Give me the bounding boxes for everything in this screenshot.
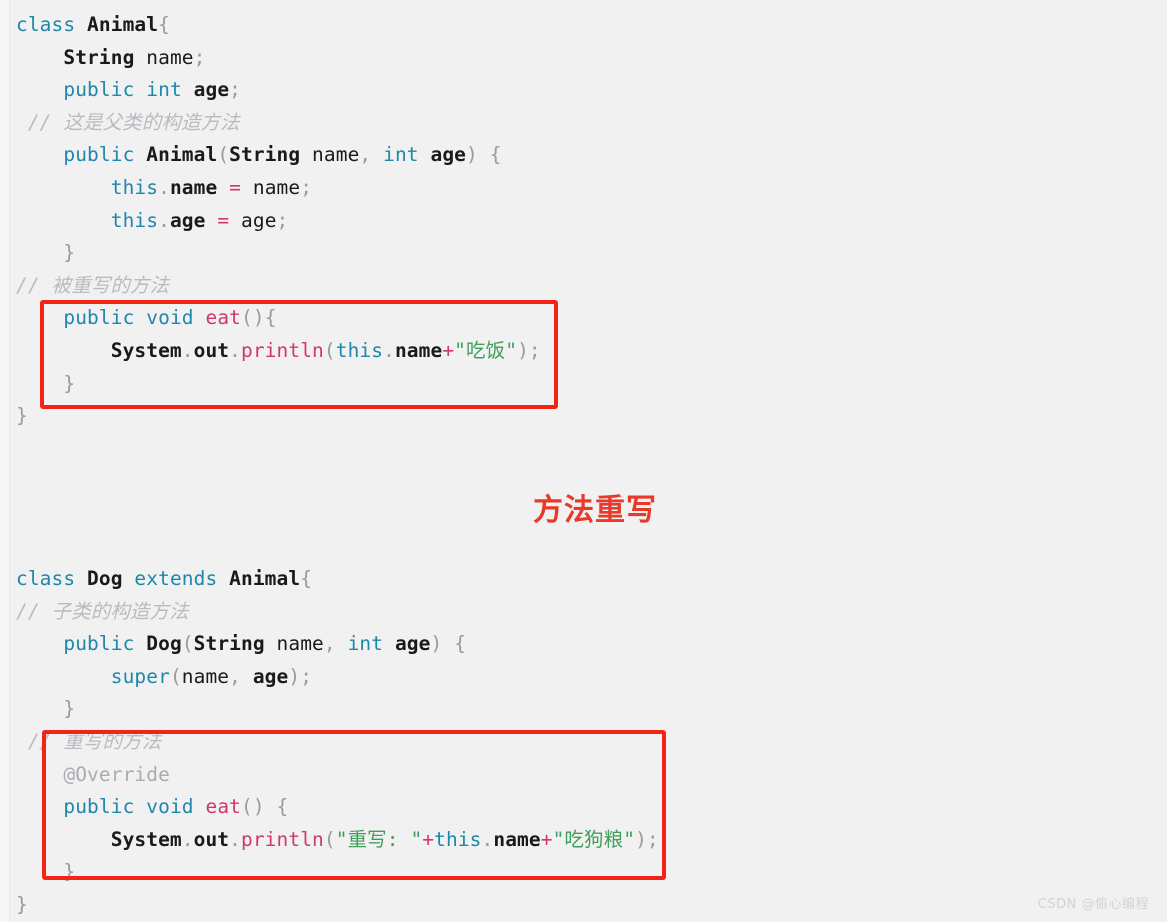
watermark: CSDN @偷心编程 — [1037, 897, 1149, 912]
code-line: } } — [63, 371, 76, 395]
code-line: this.age = age; this.age = age; — [110, 208, 289, 232]
code-comment-line: // 重写的方法 // 重写的方法 — [16, 730, 162, 754]
code-line: } } — [63, 241, 76, 265]
code-line: System.out.println(this.name+"吃饭"); Syst… — [110, 338, 541, 362]
code-line: public int age; public int age; — [63, 78, 242, 102]
code-comment-line: // 这是父类的构造方法 // 这是父类的构造方法 — [16, 110, 240, 134]
code-line: } } — [63, 860, 76, 884]
code-line: } } — [63, 697, 76, 721]
code-line: }} — [16, 404, 28, 428]
code-line: public void eat() { public void eat() { — [63, 795, 289, 819]
code-line: super(name, age); super(name, age); — [110, 664, 313, 688]
code-line: class Animal{class Animal{ — [16, 13, 170, 36]
code-comment-line: // 被重写的方法// 被重写的方法 — [16, 273, 170, 297]
code-line: System.out.println("重写: "+this.name+"吃狗粮… — [110, 827, 659, 851]
code-line: }} — [16, 893, 28, 917]
caption-method-overriding: 方法重写 — [533, 493, 657, 528]
code-annotation-line: @Override @Override — [63, 762, 170, 786]
code-line: this.name = name; this.name = name; — [110, 175, 313, 199]
code-line: public Dog(String name, int age) { publi… — [63, 632, 467, 656]
code-block: class Animal{class Animal{ String name; … — [0, 0, 1167, 922]
code-line: public Animal(String name, int age) { pu… — [63, 143, 502, 167]
code-illustration-canvas: class Animal{class Animal{ String name; … — [0, 0, 1167, 922]
code-line: class Dog extends Animal{class Dog exten… — [16, 567, 313, 591]
code-line: String name; String name; — [63, 45, 206, 69]
code-comment-line: // 子类的构造方法// 子类的构造方法 — [16, 599, 189, 623]
code-line: public void eat(){ public void eat(){ — [63, 306, 277, 330]
